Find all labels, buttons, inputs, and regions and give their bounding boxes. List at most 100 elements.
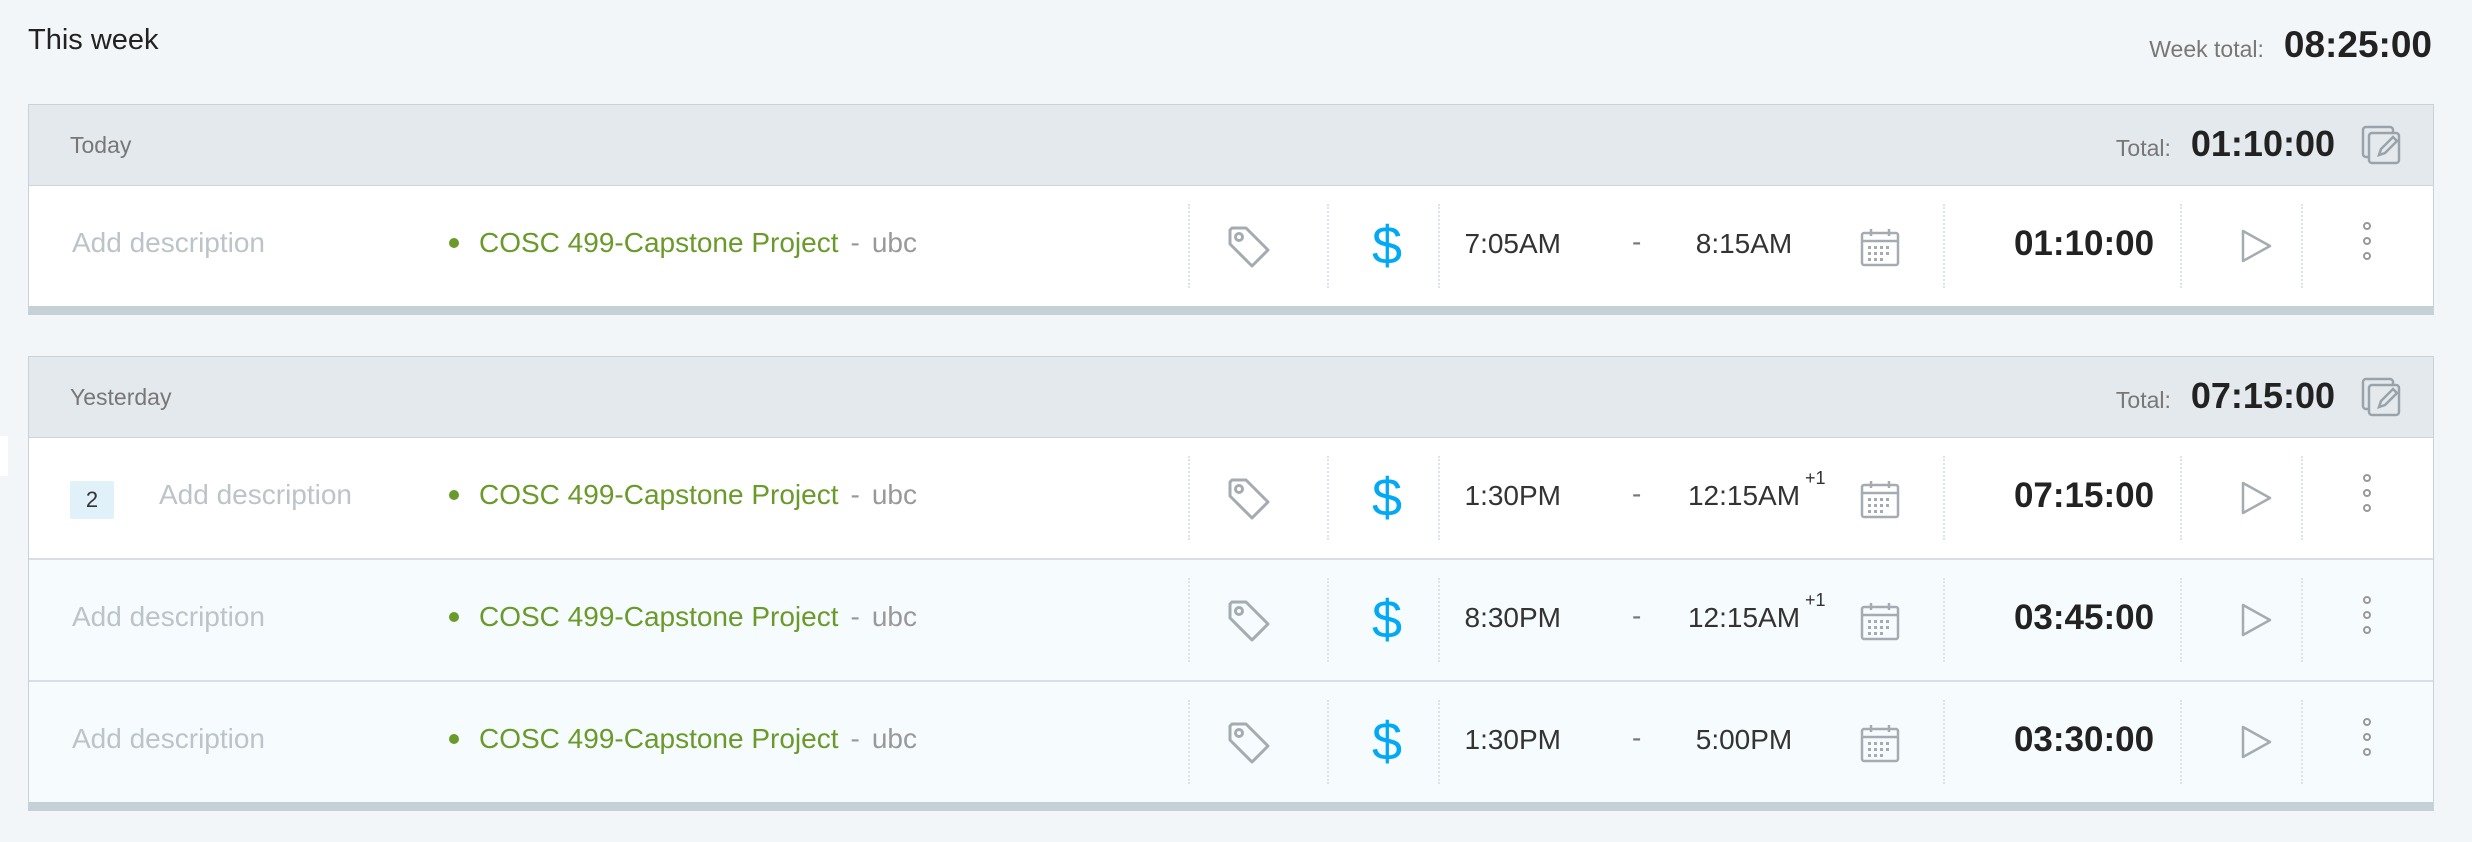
start-time[interactable]: 1:30PM xyxy=(1431,724,1562,756)
day-total-label: Total: xyxy=(2115,135,2171,161)
project-selector[interactable]: COSC 499-Capstone Project - ubc xyxy=(449,601,917,633)
divider xyxy=(1327,578,1329,662)
week-header: This week Week total: 08:25:00 xyxy=(28,0,2432,90)
start-time[interactable]: 8:30PM xyxy=(1431,602,1562,634)
description-input[interactable]: Add description xyxy=(72,227,265,259)
client-name: ubc xyxy=(871,601,917,632)
next-day-indicator: +1 xyxy=(1805,590,1826,610)
divider xyxy=(1327,700,1329,784)
day-total-value: 01:10:00 xyxy=(2190,123,2335,164)
divider xyxy=(2180,456,2182,540)
tag-icon[interactable] xyxy=(1226,224,1272,270)
play-icon[interactable] xyxy=(2235,722,2275,762)
client-name: ubc xyxy=(871,723,917,754)
day-group-total: Total: 07:15:00 xyxy=(2116,375,2335,417)
project-selector[interactable]: COSC 499-Capstone Project - ubc xyxy=(449,479,917,511)
project-selector[interactable]: COSC 499-Capstone Project - ubc xyxy=(449,227,917,259)
divider xyxy=(1327,456,1329,540)
calendar-icon[interactable] xyxy=(1860,601,1900,641)
project-name: COSC 499-Capstone Project xyxy=(479,227,839,258)
project-name: COSC 499-Capstone Project xyxy=(479,723,839,754)
day-total-value: 07:15:00 xyxy=(2190,375,2335,416)
project-color-dot xyxy=(449,490,459,500)
calendar-icon[interactable] xyxy=(1860,227,1900,267)
time-entry-row: Add description COSC 499-Capstone Projec… xyxy=(29,186,2433,306)
divider xyxy=(1188,456,1190,540)
more-vertical-icon[interactable] xyxy=(2359,222,2375,272)
duration[interactable]: 01:10:00 xyxy=(1974,224,2194,264)
divider xyxy=(1943,578,1945,662)
tag-icon[interactable] xyxy=(1226,720,1272,766)
play-icon[interactable] xyxy=(2235,478,2275,518)
project-color-dot xyxy=(449,238,459,248)
calendar-icon[interactable] xyxy=(1860,723,1900,763)
play-icon[interactable] xyxy=(2235,600,2275,640)
tag-icon[interactable] xyxy=(1226,598,1272,644)
play-icon[interactable] xyxy=(2235,226,2275,266)
project-name: COSC 499-Capstone Project xyxy=(479,601,839,632)
divider xyxy=(2301,700,2303,784)
time-entry-row: Add description COSC 499-Capstone Projec… xyxy=(29,560,2433,682)
dollar-icon[interactable]: $ xyxy=(1367,712,1407,772)
divider xyxy=(2180,204,2182,288)
end-time[interactable]: 5:00PM xyxy=(1669,724,1819,756)
divider xyxy=(2180,700,2182,784)
calendar-icon[interactable] xyxy=(1860,479,1900,519)
description-input[interactable]: Add description xyxy=(72,723,265,755)
bulk-edit-icon[interactable] xyxy=(2361,377,2403,417)
next-day-indicator: +1 xyxy=(1805,468,1826,488)
start-time[interactable]: 7:05AM xyxy=(1431,228,1562,260)
tag-icon[interactable] xyxy=(1226,476,1272,522)
day-total-label: Total: xyxy=(2115,387,2171,413)
project-client-separator: - xyxy=(850,601,860,632)
day-group-today: Today Total: 01:10:00 Add description CO… xyxy=(28,104,2434,315)
grouped-entries-count[interactable]: 2 xyxy=(70,481,114,519)
end-time[interactable]: 12:15AM xyxy=(1669,602,1819,634)
duration[interactable]: 07:15:00 xyxy=(1974,476,2194,516)
description-input[interactable]: Add description xyxy=(72,601,265,633)
divider xyxy=(1943,700,1945,784)
divider xyxy=(1188,700,1190,784)
time-dash: - xyxy=(1632,226,1642,257)
divider xyxy=(1327,204,1329,288)
project-selector[interactable]: COSC 499-Capstone Project - ubc xyxy=(449,723,917,755)
time-dash: - xyxy=(1632,722,1642,753)
start-time[interactable]: 1:30PM xyxy=(1431,480,1562,512)
divider xyxy=(2301,578,2303,662)
client-name: ubc xyxy=(871,479,917,510)
week-total-label: Week total: xyxy=(2149,36,2264,62)
divider xyxy=(2301,456,2303,540)
client-name: ubc xyxy=(871,227,917,258)
more-vertical-icon[interactable] xyxy=(2359,474,2375,524)
project-name: COSC 499-Capstone Project xyxy=(479,479,839,510)
divider xyxy=(2180,578,2182,662)
day-group-total: Total: 01:10:00 xyxy=(2116,123,2335,165)
dollar-icon[interactable]: $ xyxy=(1367,468,1407,528)
day-group-header: Yesterday Total: 07:15:00 xyxy=(29,357,2433,438)
more-vertical-icon[interactable] xyxy=(2359,596,2375,646)
more-vertical-icon[interactable] xyxy=(2359,718,2375,768)
end-time[interactable]: 8:15AM xyxy=(1669,228,1819,260)
side-tab-edge xyxy=(0,436,8,476)
duration[interactable]: 03:30:00 xyxy=(1974,720,2194,760)
divider xyxy=(1188,204,1190,288)
day-group-title: Yesterday xyxy=(70,384,172,410)
dollar-icon[interactable]: $ xyxy=(1367,216,1407,276)
time-entry-row: Add description COSC 499-Capstone Projec… xyxy=(29,682,2433,802)
day-group-yesterday: Yesterday Total: 07:15:00 2 Add descript… xyxy=(28,356,2434,811)
dollar-icon[interactable]: $ xyxy=(1367,590,1407,650)
project-color-dot xyxy=(449,612,459,622)
day-group-header: Today Total: 01:10:00 xyxy=(29,105,2433,186)
end-time[interactable]: 12:15AM xyxy=(1669,480,1819,512)
project-client-separator: - xyxy=(850,227,860,258)
project-color-dot xyxy=(449,734,459,744)
bulk-edit-icon[interactable] xyxy=(2361,125,2403,165)
time-dash: - xyxy=(1632,478,1642,509)
description-input[interactable]: Add description xyxy=(159,479,352,511)
time-entry-row: 2 Add description COSC 499-Capstone Proj… xyxy=(29,438,2433,560)
divider xyxy=(1943,456,1945,540)
project-client-separator: - xyxy=(850,479,860,510)
week-total: Week total: 08:25:00 xyxy=(2149,24,2432,66)
project-client-separator: - xyxy=(850,723,860,754)
duration[interactable]: 03:45:00 xyxy=(1974,598,2194,638)
